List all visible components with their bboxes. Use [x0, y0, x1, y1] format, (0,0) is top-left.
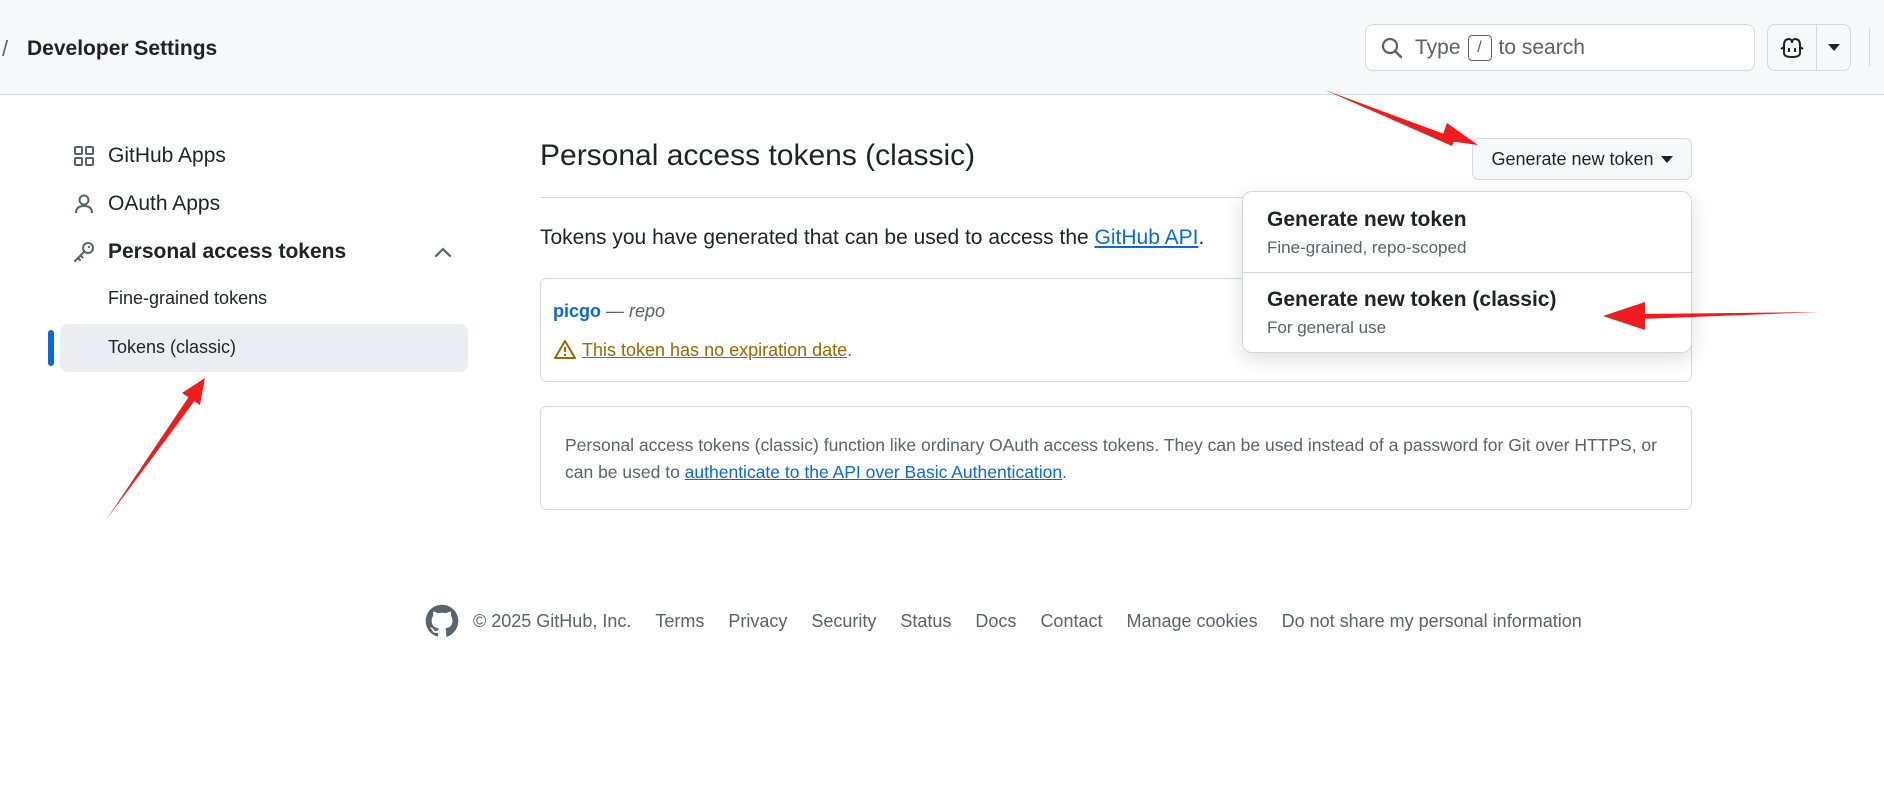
- copilot-icon: [1780, 37, 1804, 58]
- chevron-down-icon: [1827, 44, 1840, 51]
- sidebar-item-label: OAuth Apps: [108, 192, 221, 215]
- sidebar-item-label: Personal access tokens: [108, 240, 347, 263]
- sidebar-item-oauth-apps[interactable]: OAuth Apps: [72, 192, 220, 216]
- token-expiration-warning: This token has no expiration date.: [553, 338, 852, 362]
- warning-icon: [554, 340, 576, 359]
- caret-down-icon: [1660, 155, 1673, 163]
- search-placeholder: Type / to search: [1415, 34, 1585, 61]
- basic-auth-link[interactable]: authenticate to the API over Basic Authe…: [685, 462, 1062, 482]
- sidebar-item-tokens-classic-label[interactable]: Tokens (classic): [108, 337, 236, 358]
- menu-item-description: Fine-grained, repo-scoped: [1267, 238, 1467, 257]
- footer-link-security[interactable]: Security: [811, 611, 876, 632]
- sidebar-item-label: GitHub Apps: [108, 144, 226, 167]
- breadcrumb-separator: /: [2, 36, 9, 61]
- search-input[interactable]: Type / to search: [1365, 24, 1755, 71]
- generate-new-token-button[interactable]: Generate new token: [1472, 138, 1692, 180]
- sidebar-item-github-apps[interactable]: GitHub Apps: [72, 144, 226, 168]
- top-header: / Developer Settings Type / to search: [0, 0, 1884, 95]
- chevron-up-icon[interactable]: [433, 244, 453, 260]
- footer: © 2025 GitHub, Inc. Terms Privacy Securi…: [425, 604, 1582, 638]
- breadcrumb-developer-settings[interactable]: Developer Settings: [27, 37, 217, 61]
- search-icon: [1381, 37, 1403, 58]
- copilot-dropdown-button[interactable]: [1817, 25, 1850, 70]
- footer-link-privacy[interactable]: Privacy: [728, 611, 787, 632]
- annotation-arrows: [106, 90, 1820, 520]
- github-logo-icon[interactable]: [425, 604, 459, 638]
- generate-token-menu: Generate new token Fine-grained, repo-sc…: [1242, 191, 1693, 353]
- menu-item-description: For general use: [1267, 318, 1387, 337]
- header-divider: [1869, 28, 1870, 66]
- arrow-to-tokens-classic: [106, 378, 205, 520]
- active-indicator: [48, 330, 54, 366]
- info-note: Personal access tokens (classic) functio…: [540, 406, 1692, 510]
- apps-grid-icon: [74, 146, 94, 166]
- footer-link-docs[interactable]: Docs: [975, 611, 1016, 632]
- footer-link-contact[interactable]: Contact: [1040, 611, 1102, 632]
- menu-item-title: Generate new token: [1267, 208, 1467, 231]
- copilot-button[interactable]: [1768, 25, 1817, 70]
- slash-key-hint: /: [1467, 34, 1492, 61]
- token-title-line: picgo — repo: [553, 301, 666, 321]
- footer-link-do-not-share[interactable]: Do not share my personal information: [1282, 611, 1582, 632]
- sidebar-item-personal-access-tokens[interactable]: Personal access tokens: [72, 240, 346, 264]
- footer-link-status[interactable]: Status: [900, 611, 951, 632]
- token-scope: repo: [629, 301, 666, 321]
- generate-button-label: Generate new token: [1491, 148, 1654, 169]
- token-name-link[interactable]: picgo: [553, 301, 601, 321]
- person-icon: [75, 194, 93, 214]
- footer-link-manage-cookies[interactable]: Manage cookies: [1126, 611, 1257, 632]
- page-title: Personal access tokens (classic): [540, 139, 976, 172]
- copilot-menu: [1767, 24, 1851, 71]
- menu-item-title: Generate new token (classic): [1267, 288, 1557, 311]
- key-icon: [74, 242, 94, 262]
- footer-link-terms[interactable]: Terms: [655, 611, 704, 632]
- expiration-warning-link[interactable]: This token has no expiration date: [582, 340, 847, 361]
- sidebar-item-fine-grained-tokens[interactable]: Fine-grained tokens: [108, 288, 267, 309]
- footer-copyright: © 2025 GitHub, Inc.: [473, 610, 632, 631]
- menu-item-generate-fine-grained[interactable]: Generate new token Fine-grained, repo-sc…: [1267, 208, 1467, 258]
- arrow-to-generate-button: [1325, 90, 1478, 146]
- menu-divider: [1243, 272, 1693, 273]
- intro-text: Tokens you have generated that can be us…: [540, 226, 1205, 249]
- github-api-link[interactable]: GitHub API: [1095, 226, 1199, 249]
- menu-item-generate-classic[interactable]: Generate new token (classic) For general…: [1267, 288, 1556, 338]
